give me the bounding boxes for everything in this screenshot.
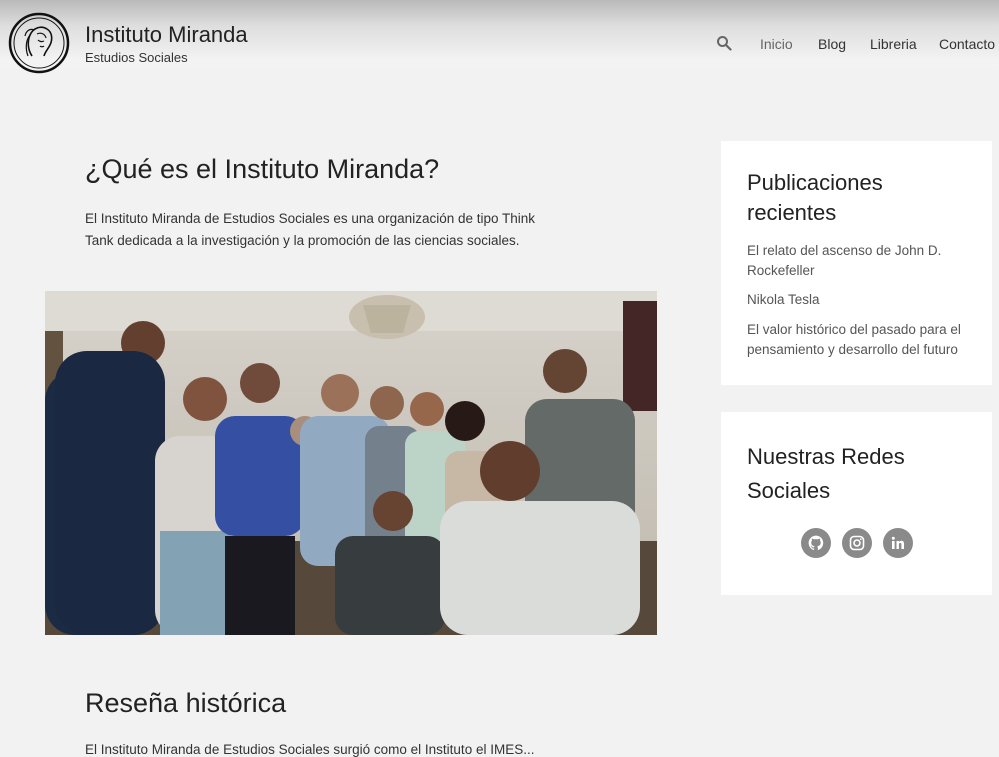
section-heading-resena: Reseña histórica [85,688,287,718]
nav-contacto[interactable]: Contacto [939,36,995,52]
instagram-button[interactable] [842,528,872,558]
instagram-icon [849,535,865,551]
logo-icon[interactable] [8,12,70,74]
linkedin-button[interactable] [883,528,913,558]
github-button[interactable] [801,528,831,558]
recent-post-link[interactable]: El relato del ascenso de John D. Rockefe… [747,241,977,281]
intro-paragraph: El Instituto Miranda de Estudios Sociale… [85,211,536,248]
nav-inicio[interactable]: Inicio [760,36,793,52]
nav-blog[interactable]: Blog [818,36,846,52]
page-heading: ¿Qué es el Instituto Miranda? [85,154,440,184]
linkedin-icon [891,536,904,549]
group-photo [45,291,657,635]
site-title[interactable]: Instituto Miranda [85,22,248,48]
github-icon [808,535,824,551]
search-icon[interactable] [716,35,732,51]
recent-post-link[interactable]: Nikola Tesla [747,290,977,310]
recent-post-link[interactable]: El valor histórico del pasado para el pe… [747,320,977,360]
recent-posts-widget: Publicaciones recientes El relato del as… [721,141,992,385]
nav-libreria[interactable]: Libreria [870,36,917,52]
social-widget: Nuestras Redes Sociales [721,412,992,595]
social-title: Nuestras Redes Sociales [747,444,905,503]
site-subtitle: Estudios Sociales [85,50,188,65]
recent-posts-title: Publicaciones recientes [747,170,883,225]
site-header: Instituto Miranda Estudios Sociales Inic… [0,0,999,86]
